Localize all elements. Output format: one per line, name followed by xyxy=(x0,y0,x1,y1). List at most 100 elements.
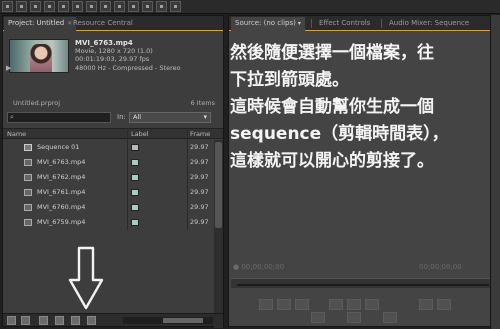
clip-preview-thumbnail[interactable] xyxy=(9,39,69,73)
insert-icon[interactable] xyxy=(419,299,433,310)
tab-source-label: Source: (no clips) xyxy=(235,19,296,27)
timecode-duration: 00;00;00;00 xyxy=(419,263,462,271)
item-frame-rate: 29.97 xyxy=(190,203,209,211)
down-arrow-icon xyxy=(68,246,104,310)
step-back-icon[interactable] xyxy=(329,299,343,310)
tutorial-caption: 然後隨便選擇一個檔案，往 下拉到箭頭處。 這時候會自動幫你生成一個 sequen… xyxy=(229,40,497,175)
item-frame-rate: 29.97 xyxy=(190,158,209,166)
tab-divider xyxy=(381,19,382,28)
list-item[interactable]: Sequence 01 29.97 xyxy=(3,140,213,155)
vertical-scrollbar[interactable] xyxy=(214,140,223,328)
list-view-icon[interactable] xyxy=(7,316,16,325)
shuttle-icon[interactable] xyxy=(311,312,325,323)
project-items-list: Sequence 01 29.97 MVI_6763.mp4 29.97 MVI… xyxy=(3,140,213,230)
search-input[interactable]: ⌕ xyxy=(7,112,111,123)
zoom-tool-icon[interactable] xyxy=(142,1,153,12)
playhead-track[interactable] xyxy=(237,284,489,286)
tab-resource-central-label: Resource Central xyxy=(73,19,133,27)
item-count: 6 Items xyxy=(190,99,215,107)
video-clip-icon xyxy=(24,219,32,226)
column-name[interactable]: Name xyxy=(7,129,26,139)
timecode-current[interactable]: ● 00;00;00;00 xyxy=(233,263,284,271)
delete-icon[interactable] xyxy=(87,316,96,325)
adjacent-panel-edge xyxy=(490,15,500,329)
caption-line: sequence（剪輯時間表）， xyxy=(230,124,449,144)
caption-line: 下拉到箭頭處。 xyxy=(230,70,349,90)
list-item[interactable]: MVI_6762.mp4 29.97 xyxy=(3,170,213,185)
monitor-panel-tabs: Source: (no clips) ▾ Effect Controls Audi… xyxy=(229,16,497,31)
in-filter-select[interactable]: All xyxy=(129,112,211,123)
label-color-swatch xyxy=(131,144,139,151)
caption-line: 然後隨便選擇一個檔案，往 xyxy=(230,43,434,63)
jog-icon[interactable] xyxy=(383,312,397,323)
tab-resource-central[interactable]: Resource Central xyxy=(69,17,137,31)
tools-toolbar xyxy=(0,0,500,14)
column-header: Name Label Frame xyxy=(3,128,223,139)
slip-tool-icon[interactable] xyxy=(86,1,97,12)
thumbnail-subject xyxy=(30,44,52,72)
mark-in-icon[interactable] xyxy=(259,299,273,310)
icon-view-icon[interactable] xyxy=(21,316,30,325)
tab-audio-mixer[interactable]: Audio Mixer: Sequence xyxy=(385,17,473,31)
razor-tool-icon[interactable] xyxy=(72,1,83,12)
set-marker-icon[interactable] xyxy=(295,299,309,310)
chevron-down-icon[interactable]: ▾ xyxy=(298,20,301,27)
tab-effect-controls[interactable]: Effect Controls xyxy=(315,17,374,31)
time-ruler[interactable] xyxy=(231,278,495,288)
hand-tool-icon[interactable] xyxy=(128,1,139,12)
timecode-current-value: 00;00;00;00 xyxy=(241,263,285,271)
tab-project-label: Project: Untitled xyxy=(8,19,65,27)
scrollbar-thumb[interactable] xyxy=(163,318,203,323)
label-color-swatch xyxy=(131,189,139,196)
search-icon: ⌕ xyxy=(10,113,14,121)
mark-out-icon[interactable] xyxy=(277,299,291,310)
item-name: Sequence 01 xyxy=(37,143,80,151)
item-name: MVI_6759.mp4 xyxy=(37,218,86,226)
video-clip-icon xyxy=(24,159,32,166)
list-item[interactable]: MVI_6759.mp4 29.97 xyxy=(3,215,213,230)
new-bin-icon[interactable] xyxy=(55,316,64,325)
list-item[interactable]: MVI_6761.mp4 29.97 xyxy=(3,185,213,200)
new-item-icon[interactable] xyxy=(71,316,80,325)
column-frame-rate[interactable]: Frame xyxy=(190,129,210,139)
item-name: MVI_6763.mp4 xyxy=(37,158,86,166)
list-item[interactable]: MVI_6760.mp4 29.97 xyxy=(3,200,213,215)
video-clip-icon xyxy=(24,174,32,181)
clip-info-line3: 48000 Hz - Compressed - Stereo xyxy=(75,63,181,72)
rolling-edit-tool-icon[interactable] xyxy=(44,1,55,12)
step-forward-icon[interactable] xyxy=(365,299,379,310)
horizontal-scrollbar[interactable] xyxy=(123,317,213,324)
label-color-swatch xyxy=(131,204,139,211)
tab-project[interactable]: Project: Untitled ✕ xyxy=(4,17,77,31)
label-color-swatch xyxy=(131,174,139,181)
item-name: MVI_6762.mp4 xyxy=(37,173,86,181)
slide-tool-icon[interactable] xyxy=(100,1,111,12)
tab-source[interactable]: Source: (no clips) ▾ xyxy=(231,17,305,31)
video-clip-icon xyxy=(24,189,32,196)
project-panel-tabs: Project: Untitled ✕ Resource Central xyxy=(3,16,223,31)
clip-info-line2: 00:01:19:03, 29.97 fps xyxy=(75,55,150,64)
loop-icon[interactable] xyxy=(347,312,361,323)
video-clip-icon xyxy=(24,204,32,211)
project-panel-footer xyxy=(3,313,223,326)
list-item[interactable]: MVI_6763.mp4 29.97 xyxy=(3,155,213,170)
selection-tool-icon[interactable] xyxy=(2,1,13,12)
clip-info-line1: Movie, 1280 x 720 (1.0) xyxy=(75,47,153,56)
label-color-swatch xyxy=(131,159,139,166)
ripple-edit-tool-icon[interactable] xyxy=(30,1,41,12)
track-select-tool-icon[interactable] xyxy=(16,1,27,12)
column-label[interactable]: Label xyxy=(131,129,149,139)
play-stop-icon[interactable] xyxy=(347,299,361,310)
play-icon[interactable]: ▶ xyxy=(6,64,11,72)
pen-tool-icon[interactable] xyxy=(114,1,125,12)
scrollbar-thumb[interactable] xyxy=(215,142,222,228)
caption-line: 這樣就可以開心的剪接了。 xyxy=(230,151,434,171)
rate-stretch-tool-icon[interactable] xyxy=(58,1,69,12)
extra-tool-icon[interactable] xyxy=(156,1,167,12)
find-icon[interactable] xyxy=(39,316,48,325)
item-frame-rate: 29.97 xyxy=(190,188,209,196)
item-frame-rate: 29.97 xyxy=(190,143,209,151)
extra-tool-2-icon[interactable] xyxy=(170,1,181,12)
project-file-name: Untitled.prproj xyxy=(13,99,61,107)
overlay-icon[interactable] xyxy=(437,299,451,310)
